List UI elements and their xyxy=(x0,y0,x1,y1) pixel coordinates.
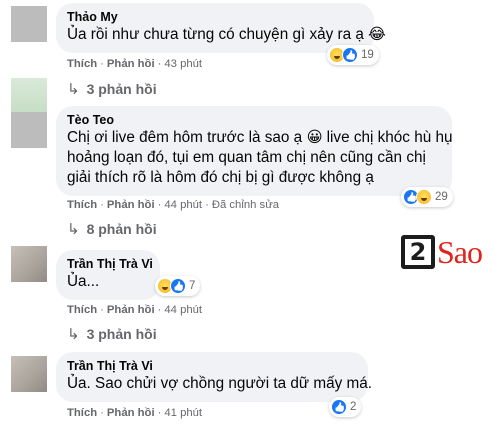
reply-arrow-icon: ↳ xyxy=(67,81,80,98)
like-button[interactable]: Thích xyxy=(67,199,97,211)
watermark-logo: 2 Sao xyxy=(401,232,493,272)
reaction-summary[interactable]: 2 xyxy=(329,397,362,417)
watermark-number: 2 xyxy=(401,235,435,269)
separator: · xyxy=(157,407,162,419)
like-button[interactable]: Thích xyxy=(67,304,97,316)
separator: · xyxy=(205,199,209,211)
reply-arrow-icon: ↳ xyxy=(67,221,80,238)
view-replies-link[interactable]: ↳ 8 phản hồi xyxy=(67,220,157,238)
view-replies-link[interactable]: ↳ 3 phản hồi xyxy=(67,80,157,98)
comment-author[interactable]: Trần Thị Trà Vi xyxy=(67,257,153,272)
reply-button[interactable]: Phản hồi xyxy=(107,304,155,316)
like-button[interactable]: Thích xyxy=(67,58,97,70)
comment-author[interactable]: Tèo Teo xyxy=(67,113,440,128)
separator: · xyxy=(100,58,104,70)
reply-arrow-icon: ↳ xyxy=(67,326,80,343)
reply-thread-line xyxy=(11,78,47,114)
timestamp[interactable]: 44 phút xyxy=(164,304,202,316)
comment-bubble: Thảo My Ủa rồi như chưa từng có chuyện g… xyxy=(56,3,386,53)
reaction-count: 19 xyxy=(361,49,374,61)
replies-count-label: 3 phản hồi xyxy=(86,326,157,342)
reaction-summary[interactable]: 29 xyxy=(401,187,453,207)
avatar[interactable] xyxy=(11,356,47,392)
reaction-count: 7 xyxy=(189,280,196,292)
comment-author[interactable]: Thảo My xyxy=(67,10,362,25)
timestamp[interactable]: 43 phút xyxy=(164,58,202,70)
reply-button[interactable]: Phản hồi xyxy=(107,407,155,419)
like-reaction-icon xyxy=(331,399,347,415)
comment-actions: Thích · Phản hồi · 44 phút xyxy=(67,304,202,316)
separator: · xyxy=(100,304,104,316)
comment-bubble: Trần Thị Trà Vi Ủa. Sao chửi vợ chồng ng… xyxy=(56,352,373,402)
comment-text-line: hoảng loạn đó, tụi em quan tâm chị nên c… xyxy=(67,149,426,166)
timestamp[interactable]: 41 phút xyxy=(164,407,202,419)
comment-text: Ủa... xyxy=(67,273,100,290)
haha-reaction-icon xyxy=(416,189,432,205)
comment-text: Ủa. Sao chửi vợ chồng người ta dữ mấy má… xyxy=(67,375,373,392)
separator: · xyxy=(100,407,104,419)
reaction-summary[interactable]: 7 xyxy=(155,276,201,296)
reply-button[interactable]: Phản hồi xyxy=(107,58,155,70)
replies-count-label: 3 phản hồi xyxy=(86,81,157,97)
separator: · xyxy=(157,199,162,211)
avatar[interactable] xyxy=(11,112,47,148)
comment-bubble: Tèo Teo Chị ơi live đêm hôm trước là sao… xyxy=(56,106,453,196)
like-reaction-icon xyxy=(342,47,358,63)
comment-text-line: giải thích rõ là hôm đó chị bị gì được k… xyxy=(67,169,374,186)
comment-text-line: Chị ơi live đêm hôm trước là sao ạ 😀 liv… xyxy=(67,129,453,146)
like-reaction-icon xyxy=(170,278,186,294)
reaction-summary[interactable]: 19 xyxy=(327,45,379,65)
timestamp[interactable]: 44 phút xyxy=(164,199,202,211)
comment-actions: Thích · Phản hồi · 44 phút · Đã chỉnh sửa xyxy=(67,199,279,211)
edited-label: Đã chỉnh sửa xyxy=(211,199,280,211)
comment-author[interactable]: Trần Thị Trà Vi xyxy=(67,359,356,374)
like-button[interactable]: Thích xyxy=(67,407,97,419)
comment-actions: Thích · Phản hồi · 41 phút xyxy=(67,407,202,419)
reaction-count: 2 xyxy=(350,401,357,413)
view-replies-link[interactable]: ↳ 3 phản hồi xyxy=(67,325,157,343)
avatar[interactable] xyxy=(11,246,47,282)
comment-text: Ủa rồi như chưa từng có chuyện gì xảy ra… xyxy=(67,26,386,43)
reaction-count: 29 xyxy=(435,191,448,203)
comment-actions: Thích · Phản hồi · 43 phút xyxy=(67,58,202,70)
avatar[interactable] xyxy=(11,6,47,42)
separator: · xyxy=(100,199,104,211)
watermark-word: Sao xyxy=(437,234,483,270)
comment-bubble: Trần Thị Trà Vi Ủa... xyxy=(56,250,160,300)
separator: · xyxy=(157,304,162,316)
reply-button[interactable]: Phản hồi xyxy=(107,199,155,211)
separator: · xyxy=(157,58,162,70)
replies-count-label: 8 phản hồi xyxy=(86,221,157,237)
